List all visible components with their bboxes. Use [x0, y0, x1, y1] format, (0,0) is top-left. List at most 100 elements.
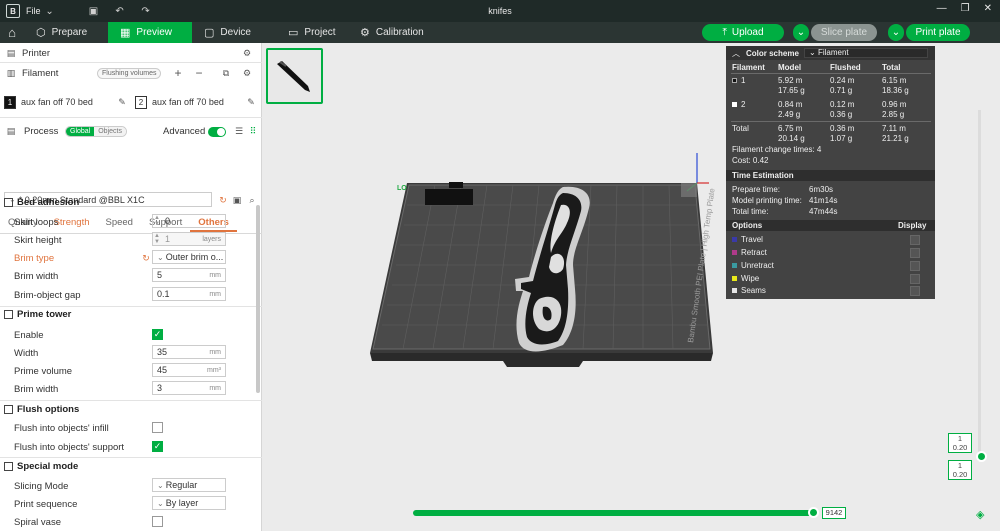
unretract-display-checkbox[interactable]: [910, 261, 920, 271]
travel-display-checkbox[interactable]: [910, 235, 920, 245]
flushed-length: 0.12 m: [830, 100, 855, 109]
save-icon[interactable]: ▣: [87, 4, 101, 18]
redo-icon[interactable]: ↷: [139, 4, 153, 18]
global-objects-toggle[interactable]: Global Objects: [65, 126, 127, 137]
global-option[interactable]: Global: [66, 127, 95, 136]
prime-width-input[interactable]: 35 mm: [152, 345, 226, 359]
filament-change-times: Filament change times: 4: [732, 145, 822, 154]
print-dropdown-button[interactable]: ⌄: [888, 24, 904, 41]
slicing-mode-select[interactable]: ⌄ Regular: [152, 478, 226, 492]
filament-slot-2[interactable]: 2 aux fan off 70 bed ✎: [135, 94, 261, 110]
wipe-display-checkbox[interactable]: [910, 274, 920, 284]
brim-type-select[interactable]: ⌄ Outer brim o...: [152, 250, 226, 264]
flushed-weight: 0.71 g: [830, 86, 853, 95]
header-model: Model: [778, 63, 802, 72]
tab-calibration-label: Calibration: [375, 27, 424, 38]
sidebar-scrollbar[interactable]: [256, 205, 260, 393]
option-seams: Seams: [732, 286, 932, 295]
reset-icon[interactable]: ↻: [140, 252, 152, 264]
unit-label: layers: [202, 235, 221, 243]
tab-preview[interactable]: ▦ Preview: [108, 22, 192, 43]
gear-icon[interactable]: ⚙: [241, 47, 253, 59]
close-icon[interactable]: ✕: [984, 3, 992, 14]
tab-speed[interactable]: Speed: [98, 217, 141, 232]
tab-prepare[interactable]: ⬡ Prepare: [24, 22, 108, 43]
retract-display-checkbox[interactable]: [910, 248, 920, 258]
grid-icon[interactable]: ⠿: [247, 126, 259, 138]
remove-icon[interactable]: −: [193, 66, 205, 80]
home-icon: ⌂: [8, 25, 16, 40]
spiral-vase-label: Spiral vase: [14, 517, 61, 528]
slice-plate-button[interactable]: Slice plate: [811, 24, 877, 41]
flush-support-checkbox[interactable]: ✓: [152, 441, 163, 452]
prime-volume-label: Prime volume: [14, 366, 73, 377]
brim-gap-input[interactable]: 0.1 mm: [152, 287, 226, 301]
total-time-value: 47m44s: [809, 207, 838, 216]
process-row: ▤ Process Global Objects Advanced ☰ ⠿: [0, 124, 262, 139]
process-label: Process: [24, 126, 59, 137]
layer-slider-handle[interactable]: [976, 451, 987, 462]
filament-icon: ▥: [6, 67, 16, 78]
check-icon: ✓: [153, 329, 162, 339]
unit-label: mm: [209, 271, 221, 279]
slicing-mode-value: Regular: [165, 480, 198, 490]
prime-volume-input[interactable]: 45 mm³: [152, 363, 226, 377]
legend-panel: ︿ Color scheme ⌄ Filament Filament Model…: [726, 46, 935, 299]
tab-calibration[interactable]: ⚙ Calibration: [348, 22, 438, 43]
compare-icon[interactable]: ☰: [233, 126, 245, 138]
unit-label: mm³: [207, 366, 221, 374]
model-weight: 20.14 g: [778, 134, 805, 143]
file-menu[interactable]: File ⌄: [26, 4, 57, 18]
chevron-down-icon: ⌄: [891, 27, 901, 38]
printer-row[interactable]: ▤ Printer ⚙: [0, 46, 262, 60]
legend-header: ︿ Color scheme ⌄ Filament: [726, 46, 935, 60]
home-button[interactable]: ⌂: [0, 22, 24, 43]
flush-infill-checkbox[interactable]: [152, 422, 163, 433]
prime-brim-width-input[interactable]: 3 mm: [152, 381, 226, 395]
slice-dropdown-button[interactable]: ⌄: [793, 24, 809, 41]
add-icon[interactable]: +: [172, 66, 184, 80]
tab-project[interactable]: ▭ Project: [276, 22, 348, 43]
section-prime-tower: Prime tower: [4, 309, 71, 320]
title-bar: B File ⌄ ▣ ↶ ↷ knifes — ❐ ✕: [0, 0, 1000, 22]
spiral-vase-checkbox[interactable]: [152, 516, 163, 527]
skirt-loops-input[interactable]: ▲ ▼ 0: [152, 214, 226, 228]
advanced-toggle[interactable]: [208, 126, 226, 137]
total-time-label: Total time:: [732, 207, 769, 216]
color-scheme-select[interactable]: ⌄ Filament: [804, 48, 928, 58]
flushing-volumes-button[interactable]: Flushing volumes: [97, 67, 162, 79]
cost-label: Cost: 0.42: [732, 156, 769, 165]
option-travel: Travel: [732, 235, 932, 244]
brim-gap-value: 0.1: [157, 289, 170, 299]
print-sequence-select[interactable]: ⌄ By layer: [152, 496, 226, 510]
minimize-icon[interactable]: —: [937, 3, 947, 14]
save-preset-icon[interactable]: ▣: [231, 194, 243, 206]
objects-option[interactable]: Objects: [94, 127, 126, 136]
move-slider-handle[interactable]: [808, 507, 819, 518]
seams-display-checkbox[interactable]: [910, 286, 920, 296]
sync-icon[interactable]: ⧉: [220, 67, 232, 79]
undo-icon[interactable]: ↶: [113, 4, 127, 18]
upload-label: Upload: [731, 27, 764, 38]
move-slider-track[interactable]: [413, 510, 815, 516]
edit-icon[interactable]: ✎: [245, 96, 257, 108]
filament-slot-1[interactable]: 1 aux fan off 70 bed ✎: [4, 94, 130, 110]
layer-slider-track[interactable]: [978, 110, 981, 455]
restore-icon[interactable]: ❐: [961, 3, 970, 14]
tab-device[interactable]: ▢ Device: [192, 22, 276, 43]
brim-width-input[interactable]: 5 mm: [152, 268, 226, 282]
top-layer-height: 0.20: [952, 443, 968, 452]
reset-icon[interactable]: ↻: [217, 194, 229, 206]
layers-icon[interactable]: ◈: [976, 508, 984, 521]
collapse-icon[interactable]: ︿: [732, 48, 740, 59]
print-plate-button[interactable]: Print plate: [906, 24, 970, 41]
edit-icon[interactable]: ✎: [116, 96, 128, 108]
prime-tower-enable-checkbox[interactable]: ✓: [152, 329, 163, 340]
top-layer-number: 1: [957, 434, 963, 443]
skirt-height-input[interactable]: ▲ ▼ 1 layers: [152, 232, 226, 246]
gear-icon[interactable]: ⚙: [241, 67, 253, 79]
upload-button[interactable]: ⤒ Upload: [702, 24, 784, 41]
filament-name: aux fan off 70 bed: [21, 97, 93, 107]
plate-corner-label: LO: [397, 185, 407, 192]
skirt-height-value: 1: [165, 234, 171, 244]
